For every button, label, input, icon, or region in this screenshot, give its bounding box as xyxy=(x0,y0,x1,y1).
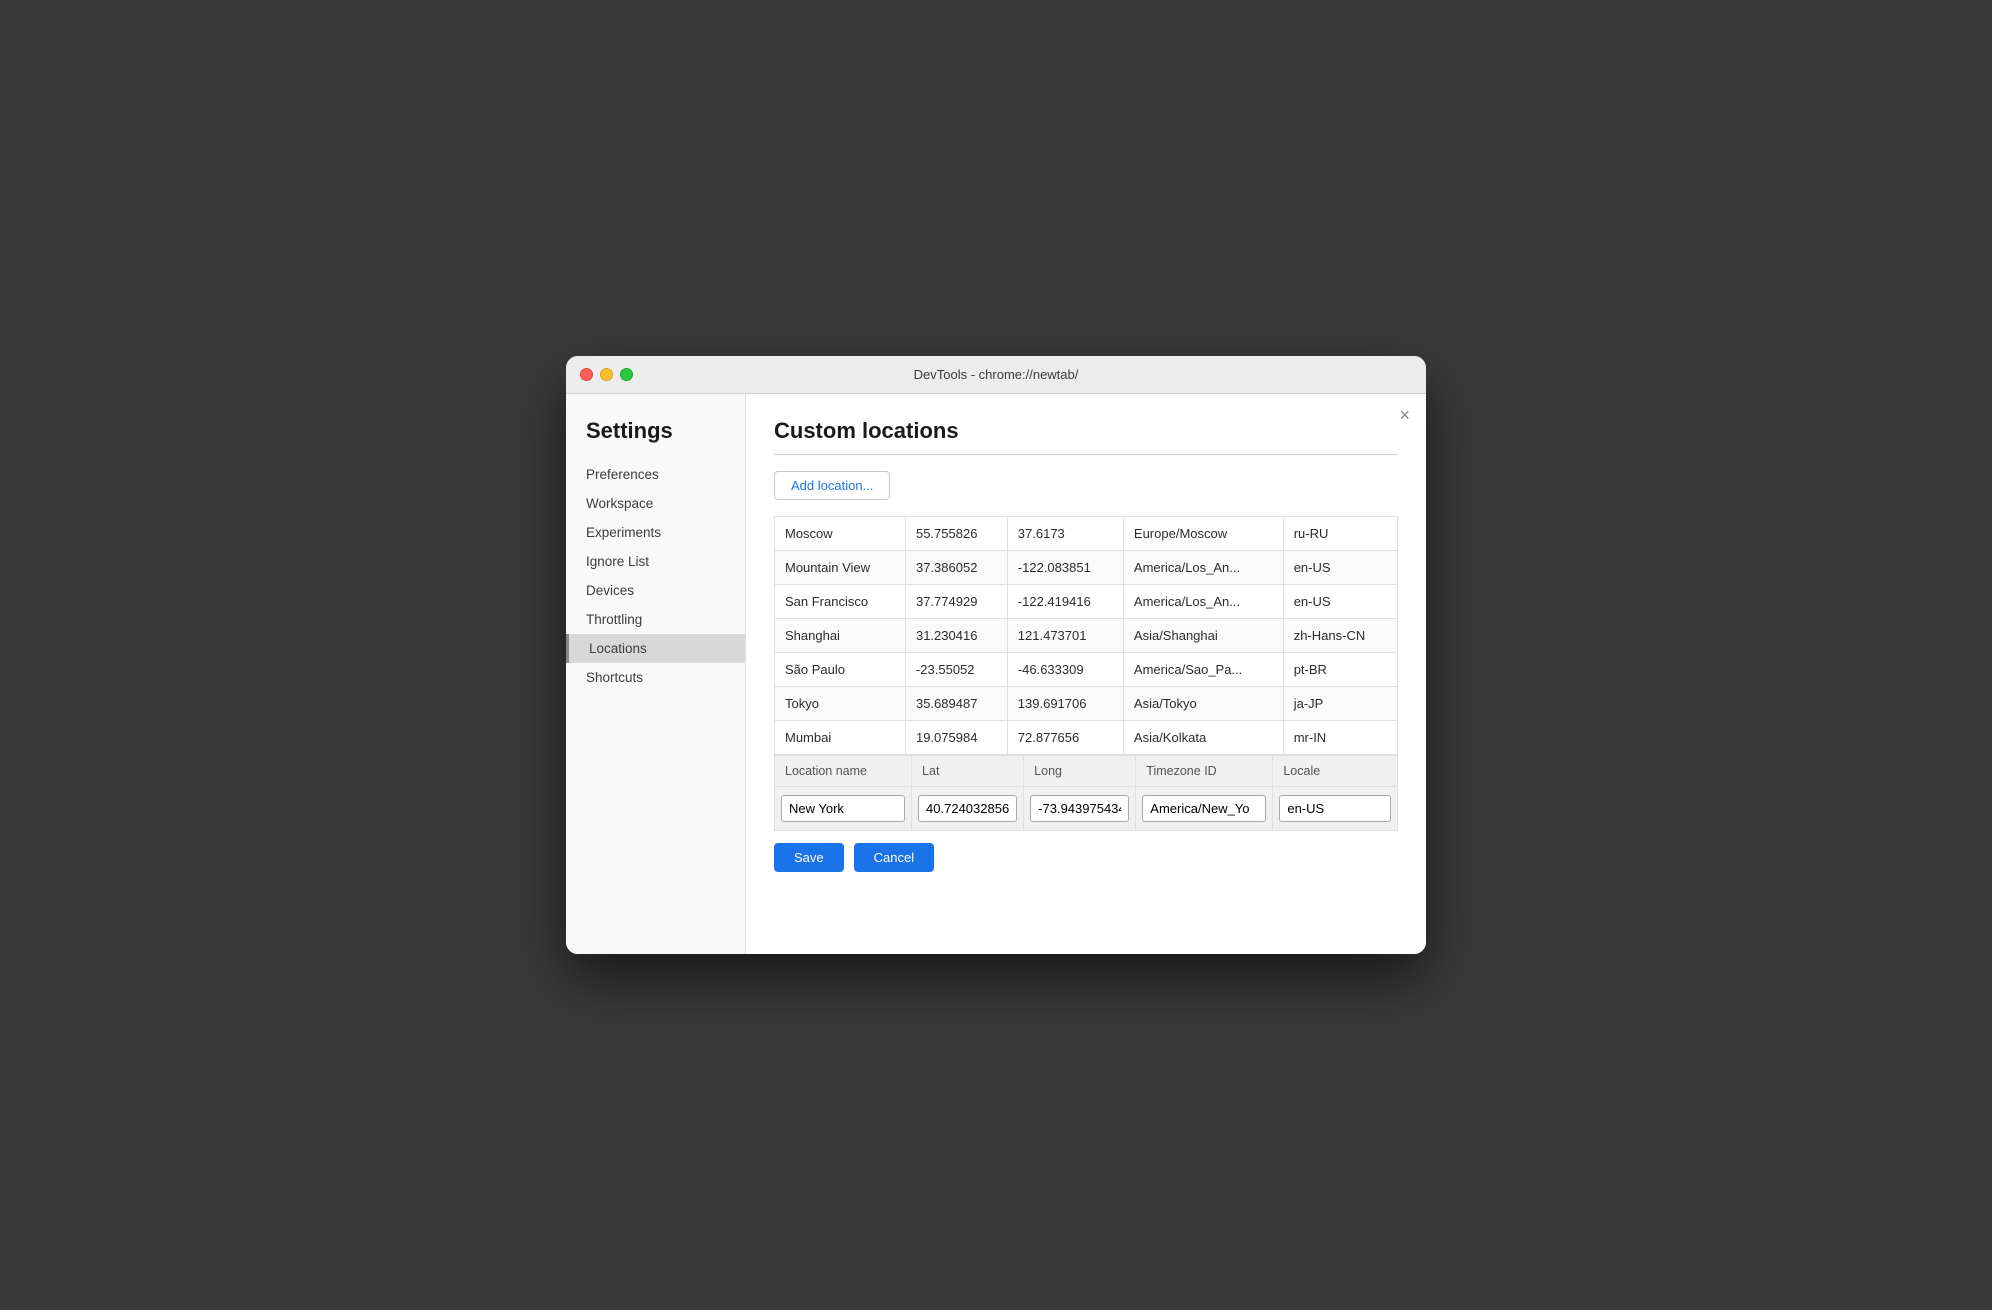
sidebar-item-shortcuts[interactable]: Shortcuts xyxy=(566,663,745,692)
col-header-timezone: Timezone ID xyxy=(1136,756,1273,787)
col-header-locale: Locale xyxy=(1273,756,1398,787)
cell-timezone: Asia/Tokyo xyxy=(1123,687,1283,721)
sidebar-item-ignore-list[interactable]: Ignore List xyxy=(566,547,745,576)
col-header-long: Long xyxy=(1024,756,1136,787)
new-row-header: Location name Lat Long Timezone ID Local… xyxy=(775,756,1398,787)
cell-timezone: Europe/Moscow xyxy=(1123,517,1283,551)
cell-long: 72.877656 xyxy=(1007,721,1123,755)
location-name-input[interactable] xyxy=(781,795,905,822)
cell-name: São Paulo xyxy=(775,653,906,687)
location-long-input[interactable] xyxy=(1030,795,1129,822)
cell-timezone: America/Sao_Pa... xyxy=(1123,653,1283,687)
cell-long: -122.419416 xyxy=(1007,585,1123,619)
cell-lat: 37.386052 xyxy=(905,551,1007,585)
cell-name: Moscow xyxy=(775,517,906,551)
sidebar-item-throttling[interactable]: Throttling xyxy=(566,605,745,634)
long-cell xyxy=(1024,787,1136,831)
page-title: Custom locations xyxy=(774,418,1398,444)
sidebar-item-locations[interactable]: Locations xyxy=(566,634,745,663)
table-row: São Paulo-23.55052-46.633309America/Sao_… xyxy=(775,653,1398,687)
traffic-lights xyxy=(580,368,633,381)
cell-lat: 37.774929 xyxy=(905,585,1007,619)
cell-locale: ru-RU xyxy=(1283,517,1397,551)
table-row: Tokyo35.689487139.691706Asia/Tokyoja-JP xyxy=(775,687,1398,721)
cell-locale: en-US xyxy=(1283,585,1397,619)
add-location-button[interactable]: Add location... xyxy=(774,471,890,500)
cell-long: 139.691706 xyxy=(1007,687,1123,721)
col-header-name: Location name xyxy=(775,756,912,787)
main-content: × Custom locations Add location... Mosco… xyxy=(746,394,1426,954)
close-window-button[interactable] xyxy=(580,368,593,381)
cell-locale: mr-IN xyxy=(1283,721,1397,755)
table-row: Mumbai19.07598472.877656Asia/Kolkatamr-I… xyxy=(775,721,1398,755)
table-row: Shanghai31.230416121.473701Asia/Shanghai… xyxy=(775,619,1398,653)
new-location-form-table: Location name Lat Long Timezone ID Local… xyxy=(774,755,1398,831)
minimize-window-button[interactable] xyxy=(600,368,613,381)
sidebar-item-preferences[interactable]: Preferences xyxy=(566,460,745,489)
cell-lat: 35.689487 xyxy=(905,687,1007,721)
cell-name: Mumbai xyxy=(775,721,906,755)
cell-long: -46.633309 xyxy=(1007,653,1123,687)
cell-timezone: America/Los_An... xyxy=(1123,585,1283,619)
devtools-window: DevTools - chrome://newtab/ Settings Pre… xyxy=(566,356,1426,954)
sidebar-item-workspace[interactable]: Workspace xyxy=(566,489,745,518)
cell-name: San Francisco xyxy=(775,585,906,619)
cell-timezone: America/Los_An... xyxy=(1123,551,1283,585)
lat-cell xyxy=(912,787,1024,831)
name-cell xyxy=(775,787,912,831)
sidebar-heading: Settings xyxy=(566,410,745,460)
save-button[interactable]: Save xyxy=(774,843,844,872)
action-buttons: Save Cancel xyxy=(774,843,1398,872)
cancel-button[interactable]: Cancel xyxy=(854,843,934,872)
title-bar: DevTools - chrome://newtab/ xyxy=(566,356,1426,394)
cell-locale: ja-JP xyxy=(1283,687,1397,721)
location-timezone-input[interactable] xyxy=(1142,795,1266,822)
close-button[interactable]: × xyxy=(1399,406,1410,424)
maximize-window-button[interactable] xyxy=(620,368,633,381)
cell-lat: -23.55052 xyxy=(905,653,1007,687)
location-lat-input[interactable] xyxy=(918,795,1017,822)
cell-long: 121.473701 xyxy=(1007,619,1123,653)
window-body: Settings Preferences Workspace Experimen… xyxy=(566,394,1426,954)
locale-cell xyxy=(1273,787,1398,831)
cell-lat: 55.755826 xyxy=(905,517,1007,551)
location-locale-input[interactable] xyxy=(1279,795,1391,822)
new-location-input-row xyxy=(775,787,1398,831)
cell-locale: pt-BR xyxy=(1283,653,1397,687)
col-header-lat: Lat xyxy=(912,756,1024,787)
locations-table: Moscow55.75582637.6173Europe/Moscowru-RU… xyxy=(774,516,1398,755)
sidebar-item-devices[interactable]: Devices xyxy=(566,576,745,605)
table-row: Moscow55.75582637.6173Europe/Moscowru-RU xyxy=(775,517,1398,551)
timezone-cell xyxy=(1136,787,1273,831)
cell-lat: 19.075984 xyxy=(905,721,1007,755)
sidebar-item-experiments[interactable]: Experiments xyxy=(566,518,745,547)
table-row: Mountain View37.386052-122.083851America… xyxy=(775,551,1398,585)
window-title: DevTools - chrome://newtab/ xyxy=(914,367,1079,382)
cell-lat: 31.230416 xyxy=(905,619,1007,653)
cell-long: 37.6173 xyxy=(1007,517,1123,551)
cell-timezone: Asia/Kolkata xyxy=(1123,721,1283,755)
cell-name: Shanghai xyxy=(775,619,906,653)
cell-name: Mountain View xyxy=(775,551,906,585)
table-row: San Francisco37.774929-122.419416America… xyxy=(775,585,1398,619)
sidebar: Settings Preferences Workspace Experimen… xyxy=(566,394,746,954)
cell-locale: en-US xyxy=(1283,551,1397,585)
cell-locale: zh-Hans-CN xyxy=(1283,619,1397,653)
cell-name: Tokyo xyxy=(775,687,906,721)
cell-long: -122.083851 xyxy=(1007,551,1123,585)
cell-timezone: Asia/Shanghai xyxy=(1123,619,1283,653)
section-divider xyxy=(774,454,1398,455)
